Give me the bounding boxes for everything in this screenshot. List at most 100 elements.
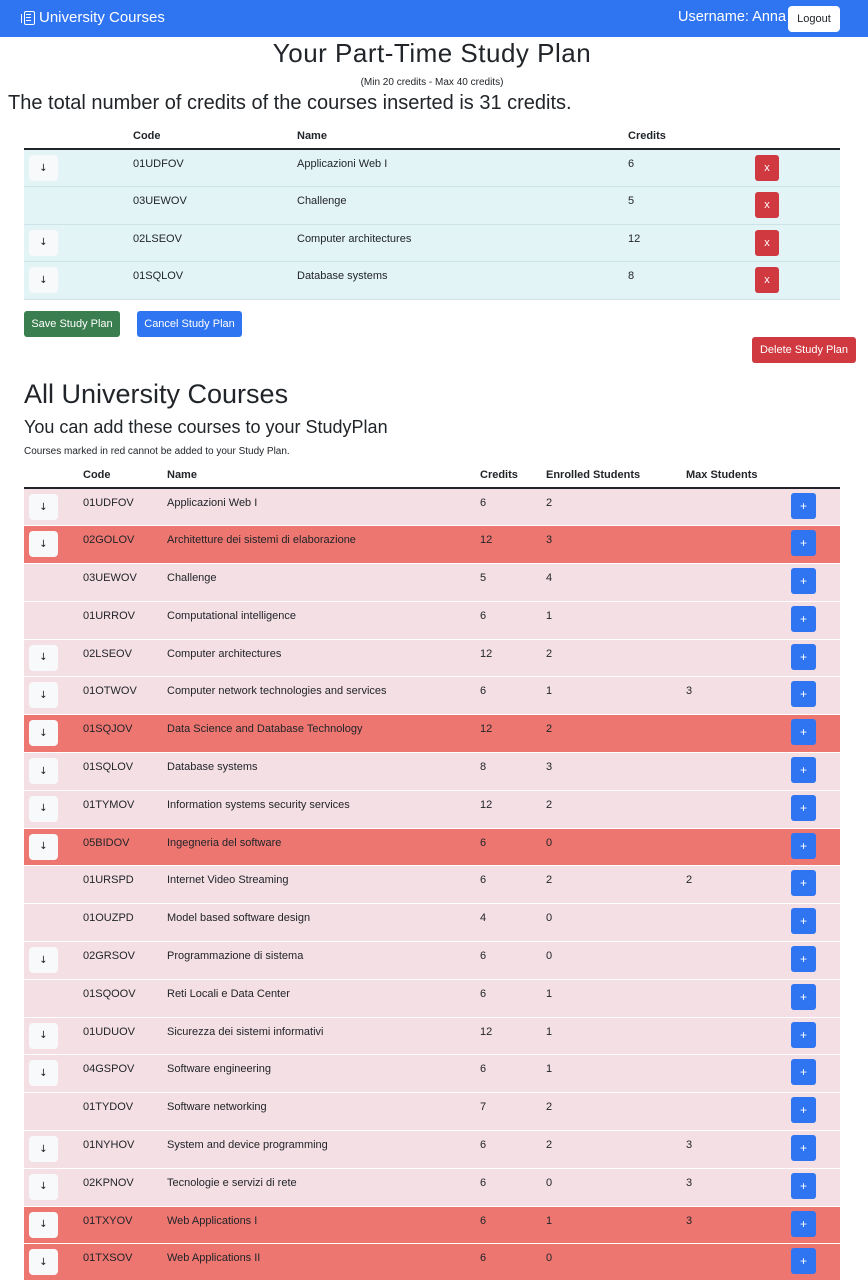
course-code: 01SQJOV: [83, 723, 133, 736]
table-row: ↓ 01NYHOV System and device programming 6 2 3…: [24, 1130, 840, 1169]
expand-arrow-button[interactable]: ↓: [29, 155, 58, 181]
course-name: Model based software design: [167, 912, 311, 925]
add-course-button[interactable]: +: [791, 568, 816, 595]
total-credits-label: The total number of credits of the cours…: [8, 92, 572, 114]
add-course-button[interactable]: +: [791, 1210, 816, 1237]
add-course-button[interactable]: +: [791, 719, 816, 746]
expand-arrow-button[interactable]: ↓: [29, 1136, 58, 1163]
course-max-students: [686, 488, 791, 526]
add-course-button[interactable]: +: [791, 832, 816, 859]
course-name: Software networking: [167, 1101, 267, 1114]
course-max-students: [686, 564, 791, 602]
add-course-button[interactable]: +: [791, 870, 816, 897]
course-max-students: [686, 1017, 791, 1055]
expand-arrow-button[interactable]: ↓: [29, 531, 58, 558]
add-cell: +: [791, 564, 840, 602]
expand-arrow-button[interactable]: ↓: [29, 833, 58, 860]
delete-study-plan-button[interactable]: Delete Study Plan: [752, 337, 856, 363]
course-name: Internet Video Streaming: [167, 874, 289, 887]
remove-course-button[interactable]: x: [755, 229, 779, 256]
add-course-button[interactable]: +: [791, 1059, 816, 1086]
table-row: 01SQOOV Reti Locali e Data Center 6 1 +: [24, 979, 840, 1018]
add-course-button[interactable]: +: [791, 605, 816, 632]
arrow-cell: ↓: [24, 715, 83, 753]
header-enrolled: Enrolled Students: [546, 469, 641, 481]
course-enrolled: 1: [546, 987, 553, 1000]
add-cell: +: [791, 1168, 840, 1206]
add-course-button[interactable]: +: [791, 1172, 816, 1199]
expand-arrow-button[interactable]: ↓: [29, 229, 58, 256]
course-max-students: 3: [686, 685, 693, 698]
header-name: Name: [297, 130, 327, 142]
expand-arrow-button[interactable]: ↓: [29, 947, 58, 974]
add-course-button[interactable]: +: [791, 794, 816, 821]
cancel-study-plan-button[interactable]: Cancel Study Plan: [137, 311, 242, 337]
remove-course-button[interactable]: x: [755, 267, 779, 293]
add-course-button[interactable]: +: [791, 1021, 816, 1048]
course-code: 01NYHOV: [83, 1139, 135, 1152]
arrow-cell: [24, 1093, 83, 1131]
course-credits: 5: [480, 572, 487, 585]
add-cell: +: [791, 601, 840, 639]
course-max-students: [686, 942, 791, 980]
add-course-button[interactable]: +: [791, 757, 816, 784]
brand-link[interactable]: University Courses: [21, 9, 165, 26]
course-name: Software engineering: [167, 1063, 271, 1076]
table-row: ↓ 01OTWOV Computer network technologies an…: [24, 676, 840, 715]
expand-arrow-button[interactable]: ↓: [29, 1022, 58, 1049]
course-enrolled: 2: [546, 798, 553, 811]
remove-cell: x: [755, 224, 840, 262]
remove-cell: x: [755, 149, 840, 187]
course-name: Web Applications II: [167, 1252, 261, 1265]
expand-arrow-button[interactable]: ↓: [29, 1060, 58, 1087]
add-course-button[interactable]: +: [791, 1097, 816, 1124]
expand-arrow-button[interactable]: ↓: [29, 1211, 58, 1238]
table-row: 03UEWOV Challenge 5 x: [24, 186, 840, 225]
course-max-students: [686, 1244, 791, 1280]
header-max: Max Students: [686, 469, 758, 481]
add-course-button[interactable]: +: [791, 530, 816, 557]
expand-arrow-button[interactable]: ↓: [29, 1173, 58, 1200]
course-credits: 6: [480, 987, 487, 1000]
table-row: ↓ 04GSPOV Software engineering 6 1 +: [24, 1054, 840, 1093]
course-credits: 12: [480, 723, 493, 736]
expand-arrow-button[interactable]: ↓: [29, 644, 58, 671]
add-course-button[interactable]: +: [791, 983, 816, 1010]
expand-arrow-button[interactable]: ↓: [29, 267, 58, 293]
add-cell: +: [791, 639, 840, 677]
course-credits: 6: [480, 950, 487, 963]
add-course-button[interactable]: +: [791, 681, 816, 708]
add-course-button[interactable]: +: [791, 493, 816, 519]
header-credits: Credits: [480, 469, 518, 481]
course-credits: 6: [480, 1252, 487, 1265]
add-course-button[interactable]: +: [791, 908, 816, 935]
add-course-button[interactable]: +: [791, 1135, 816, 1162]
expand-arrow-button[interactable]: ↓: [29, 682, 58, 709]
study-plan-table: Code Name Credits ↓ 01UDFOV Applicazioni W…: [24, 124, 840, 300]
add-course-button[interactable]: +: [791, 1248, 816, 1275]
course-enrolled: 0: [546, 950, 553, 963]
table-row: ↓ 02KPNOV Tecnologie e servizi di rete 6 0 3 +: [24, 1168, 840, 1207]
table-row: 01TYDOV Software networking 7 2 +: [24, 1092, 840, 1131]
add-course-button[interactable]: +: [791, 946, 816, 973]
expand-arrow-button[interactable]: ↓: [29, 720, 58, 747]
expand-arrow-button[interactable]: ↓: [29, 494, 58, 520]
table-row: ↓ 05BIDOV Ingegneria del software 6 0 +: [24, 828, 840, 866]
header-credits: Credits: [628, 130, 666, 142]
expand-arrow-button[interactable]: ↓: [29, 1249, 58, 1276]
add-cell: +: [791, 526, 840, 564]
arrow-cell: [24, 187, 133, 225]
save-study-plan-button[interactable]: Save Study Plan: [24, 311, 120, 337]
courses-table: Code Name Credits Enrolled Students Max …: [24, 463, 840, 1280]
expand-arrow-button[interactable]: ↓: [29, 795, 58, 822]
add-cell: +: [791, 1055, 840, 1093]
course-code: 01TXYOV: [83, 1214, 133, 1227]
remove-course-button[interactable]: x: [755, 155, 779, 181]
logout-button[interactable]: Logout: [788, 6, 840, 32]
arrow-cell: ↓: [24, 1206, 83, 1244]
expand-arrow-button[interactable]: ↓: [29, 758, 58, 785]
course-enrolled: 2: [546, 647, 553, 660]
remove-course-button[interactable]: x: [755, 192, 779, 218]
arrow-cell: ↓: [24, 790, 83, 828]
add-course-button[interactable]: +: [791, 643, 816, 670]
